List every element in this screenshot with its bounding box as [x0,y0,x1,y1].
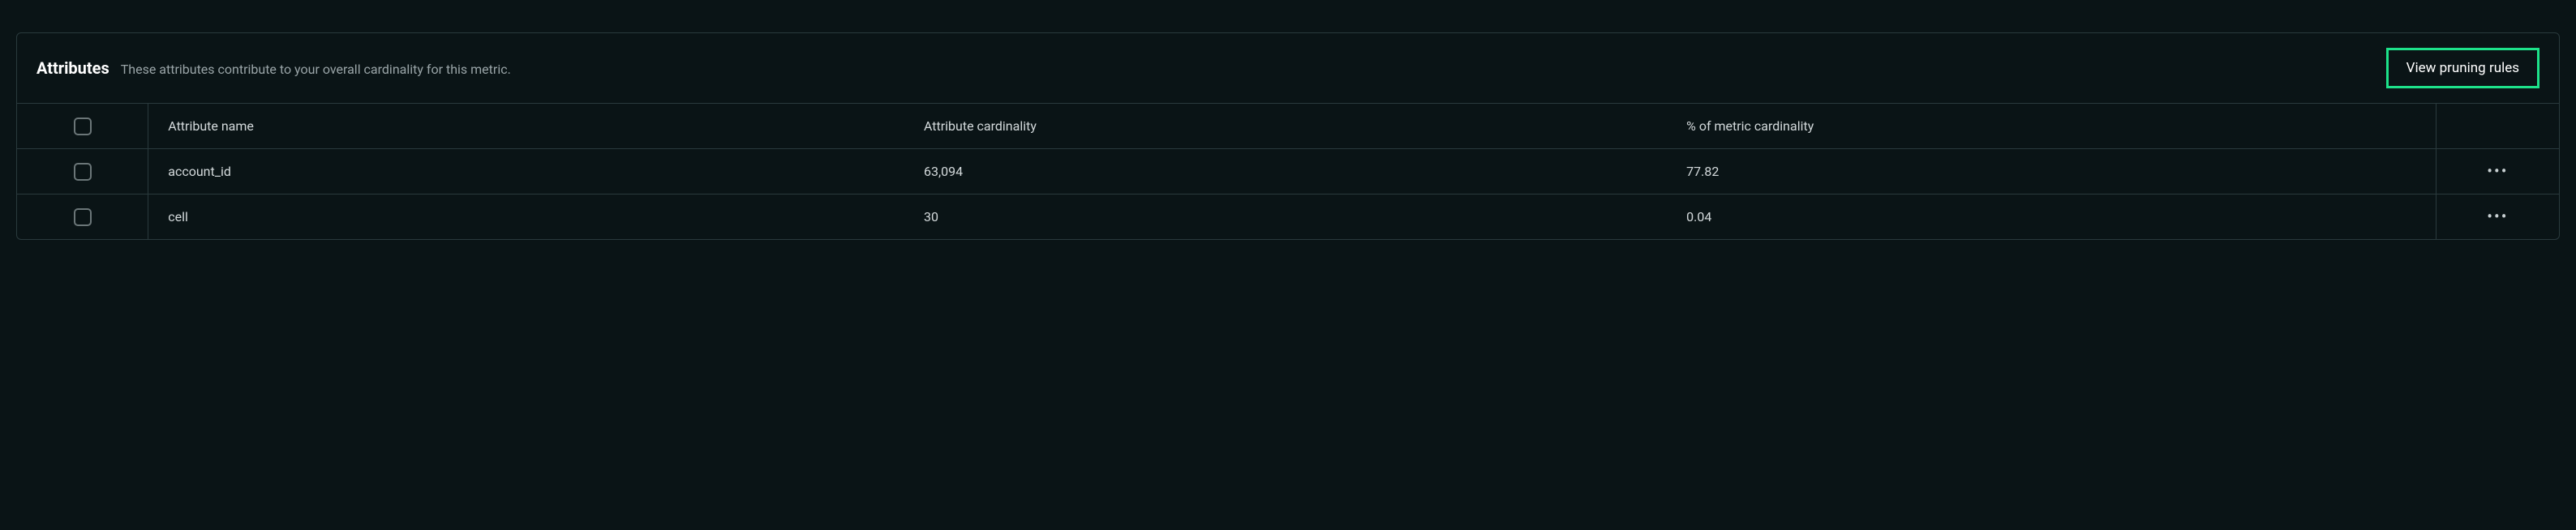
cell-attribute-name: cell [148,194,911,240]
attributes-panel: Attributes These attributes contribute t… [16,32,2560,240]
row-actions-cell: ••• [2436,149,2559,194]
panel-title: Attributes [36,58,109,78]
row-actions-cell: ••• [2436,194,2559,240]
cell-attribute-percent: 0.04 [1673,194,2436,240]
col-header-percent: % of metric cardinality [1673,104,2436,149]
ellipsis-icon[interactable]: ••• [2487,208,2508,224]
cell-attribute-name: account_id [148,149,911,194]
attributes-table: Attribute name Attribute cardinality % o… [17,104,2559,239]
cell-attribute-percent: 77.82 [1673,149,2436,194]
col-header-name: Attribute name [148,104,911,149]
view-pruning-rules-button[interactable]: View pruning rules [2386,48,2540,88]
select-all-cell [17,104,148,149]
col-header-cardinality: Attribute cardinality [911,104,1673,149]
ellipsis-icon[interactable]: ••• [2487,163,2508,179]
select-all-checkbox[interactable] [74,118,92,135]
row-checkbox[interactable] [74,163,92,181]
col-header-actions [2436,104,2559,149]
cell-attribute-cardinality: 63,094 [911,149,1673,194]
table-row: account_id 63,094 77.82 ••• [17,149,2559,194]
row-select-cell [17,194,148,240]
panel-header: Attributes These attributes contribute t… [17,33,2559,104]
table-row: cell 30 0.04 ••• [17,194,2559,240]
row-checkbox[interactable] [74,208,92,226]
header-left: Attributes These attributes contribute t… [36,58,511,78]
cell-attribute-cardinality: 30 [911,194,1673,240]
panel-subtitle: These attributes contribute to your over… [121,62,511,77]
row-select-cell [17,149,148,194]
table-header-row: Attribute name Attribute cardinality % o… [17,104,2559,149]
